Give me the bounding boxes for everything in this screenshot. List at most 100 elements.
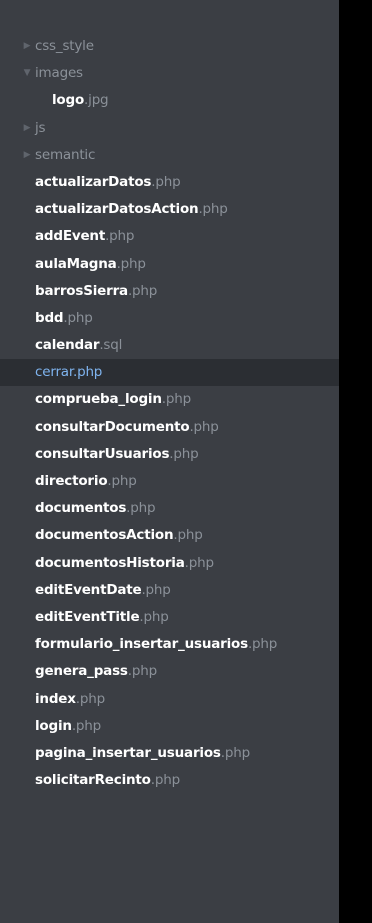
file-extension: .php xyxy=(247,636,278,653)
panel-edge xyxy=(339,0,372,923)
file-item[interactable]: aulaMagna.php xyxy=(0,251,339,278)
file-item[interactable]: documentosHistoria.php xyxy=(0,550,339,577)
folder-collapsed-arrow-icon[interactable]: ▶ xyxy=(22,33,32,60)
file-extension: .php xyxy=(105,228,135,245)
file-label: addEvent.php xyxy=(35,223,134,250)
file-label: formulario_insertar_usuarios.php xyxy=(35,631,277,658)
file-label: directorio.php xyxy=(35,468,137,495)
file-name: documentos xyxy=(35,500,127,517)
file-name: consultarDocumento xyxy=(35,418,190,435)
file-item[interactable]: login.php xyxy=(0,713,339,740)
file-label: login.php xyxy=(35,713,101,740)
file-item[interactable]: genera_pass.php xyxy=(0,658,339,685)
file-extension: .php xyxy=(116,255,146,272)
file-extension: .php xyxy=(169,445,199,462)
file-name: barrosSierra xyxy=(35,282,128,299)
file-extension: .php xyxy=(75,690,105,707)
file-label: editEventTitle.php xyxy=(35,604,169,631)
file-label: editEventDate.php xyxy=(35,577,171,604)
folder-collapsed-arrow-icon[interactable]: ▶ xyxy=(22,115,32,142)
file-name: calendar xyxy=(35,337,100,354)
file-item[interactable]: comprueba_login.php xyxy=(0,386,339,413)
file-item[interactable]: pagina_insertar_usuarios.php xyxy=(0,740,339,767)
file-name: pagina_insertar_usuarios xyxy=(35,744,221,761)
file-item-logo[interactable]: logo.jpg xyxy=(0,87,339,114)
file-extension: .jpg xyxy=(84,92,109,109)
file-name: login xyxy=(35,717,72,734)
file-item[interactable]: consultarUsuarios.php xyxy=(0,441,339,468)
folder-images[interactable]: ▼ images xyxy=(0,60,339,87)
file-name: bdd xyxy=(35,309,64,326)
file-extension: .php xyxy=(220,744,250,761)
file-name: actualizarDatos xyxy=(35,173,152,190)
file-label: aulaMagna.php xyxy=(35,251,146,278)
file-extension: .php xyxy=(151,173,181,190)
file-name: solicitarRecinto xyxy=(35,772,151,789)
file-name: index xyxy=(35,690,76,707)
folder-semantic[interactable]: ▶ semantic xyxy=(0,142,339,169)
file-item[interactable]: bdd.php xyxy=(0,305,339,332)
file-item[interactable]: addEvent.php xyxy=(0,223,339,250)
folder-label: js xyxy=(35,119,46,136)
file-name: genera_pass xyxy=(35,663,128,680)
file-name: directorio xyxy=(35,473,108,489)
file-item[interactable]: index.php xyxy=(0,686,339,713)
file-extension: .php xyxy=(71,717,101,734)
file-extension: .php xyxy=(63,309,93,326)
file-extension: .php xyxy=(126,500,156,517)
folder-collapsed-arrow-icon[interactable]: ▶ xyxy=(22,142,32,169)
file-item[interactable]: documentos.php xyxy=(0,495,339,522)
file-item[interactable]: directorio.php xyxy=(0,468,339,495)
file-item[interactable]: actualizarDatosAction.php xyxy=(0,196,339,223)
file-name: comprueba_login xyxy=(35,391,162,408)
folder-expanded-arrow-icon[interactable]: ▼ xyxy=(22,60,32,87)
file-label: actualizarDatosAction.php xyxy=(35,196,228,223)
file-label: comprueba_login.php xyxy=(35,386,191,413)
file-label: logo.jpg xyxy=(52,87,109,114)
file-extension: .php xyxy=(150,772,180,789)
file-label: genera_pass.php xyxy=(35,658,157,685)
file-item[interactable]: barrosSierra.php xyxy=(0,278,339,305)
file-item[interactable]: editEventTitle.php xyxy=(0,604,339,631)
folder-js[interactable]: ▶ js xyxy=(0,115,339,142)
folder-label: images xyxy=(35,65,83,82)
file-label: index.php xyxy=(35,686,105,713)
file-item[interactable]: editEventDate.php xyxy=(0,577,339,604)
file-item[interactable]: actualizarDatos.php xyxy=(0,169,339,196)
file-item[interactable]: consultarDocumento.php xyxy=(0,414,339,441)
file-extension: .php xyxy=(184,554,214,571)
file-item[interactable]: calendar.sql xyxy=(0,332,339,359)
file-extension: .php xyxy=(198,201,228,218)
file-tree: ▶ css_style ▼ images logo.jpg ▶ js ▶ sem… xyxy=(0,33,339,794)
file-label: documentosHistoria.php xyxy=(35,550,214,577)
folder-label: semantic xyxy=(35,146,96,163)
file-extension: .php xyxy=(139,608,169,625)
file-tree-sidebar: ▶ css_style ▼ images logo.jpg ▶ js ▶ sem… xyxy=(0,0,339,923)
file-label: documentos.php xyxy=(35,495,156,522)
file-item[interactable]: solicitarRecinto.php xyxy=(0,767,339,794)
file-label: pagina_insertar_usuarios.php xyxy=(35,740,250,767)
file-item[interactable]: formulario_insertar_usuarios.php xyxy=(0,631,339,658)
file-label: cerrar.php xyxy=(35,359,102,386)
file-extension: .php xyxy=(127,663,157,680)
file-name: formulario_insertar_usuarios xyxy=(35,636,248,653)
file-label: bdd.php xyxy=(35,305,93,332)
folder-css-style[interactable]: ▶ css_style xyxy=(0,33,339,60)
file-name: editEventDate xyxy=(35,581,142,598)
file-extension: .php xyxy=(173,527,203,544)
file-label: solicitarRecinto.php xyxy=(35,767,180,794)
file-extension: .php xyxy=(161,391,191,408)
file-label: barrosSierra.php xyxy=(35,278,157,305)
file-extension: .php xyxy=(72,364,103,381)
file-item-selected[interactable]: cerrar.php xyxy=(0,359,339,387)
file-item[interactable]: documentosAction.php xyxy=(0,522,339,549)
file-name: documentosAction xyxy=(35,527,174,544)
file-extension: .php xyxy=(141,581,171,598)
file-name: documentosHistoria xyxy=(35,554,185,571)
file-extension: .sql xyxy=(99,337,123,354)
file-extension: .php xyxy=(127,282,158,299)
file-name: aulaMagna xyxy=(35,255,117,272)
file-name: logo xyxy=(52,92,85,109)
file-label: consultarUsuarios.php xyxy=(35,441,199,468)
file-name: actualizarDatosAction xyxy=(35,201,199,218)
